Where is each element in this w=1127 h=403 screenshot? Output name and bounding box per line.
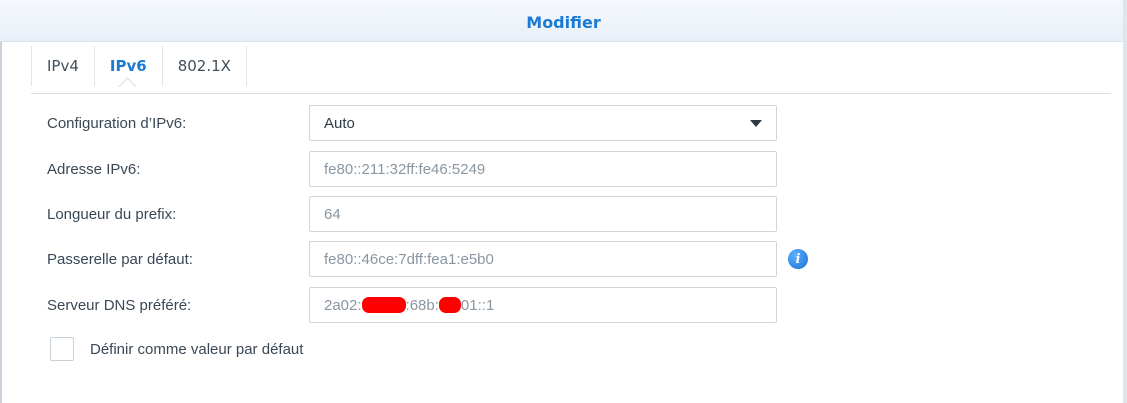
prefix-length-field[interactable]: 64: [309, 196, 777, 232]
tab-ipv4[interactable]: IPv4: [31, 46, 94, 86]
set-default-row: Définir comme valeur par défaut: [50, 336, 303, 362]
ipv6-config-label: Configuration d’IPv6:: [47, 114, 187, 132]
dns-value-part3: 01::1: [460, 296, 495, 314]
default-gateway-label: Passerelle par défaut:: [47, 250, 193, 268]
dialog-titlebar[interactable]: Modifier: [0, 0, 1127, 42]
row-default-gateway: Passerelle par défaut: fe80::46ce:7dff:f…: [47, 241, 808, 277]
row-ipv6-address: Adresse IPv6: fe80::211:32ff:fe46:5249: [47, 151, 777, 187]
info-icon[interactable]: i: [788, 249, 808, 269]
dialog-right-border: [1123, 0, 1127, 403]
dialog-title: Modifier: [526, 13, 601, 32]
row-prefix-length: Longueur du prefix: 64: [47, 196, 777, 232]
tab-bar: IPv4 IPv6 802.1X: [31, 46, 247, 86]
dns-value-part1: 2a02:: [324, 296, 362, 314]
redaction-mark: [361, 297, 406, 313]
prefix-length-label: Longueur du prefix:: [47, 205, 177, 223]
ipv6-address-label: Adresse IPv6:: [47, 160, 141, 178]
preferred-dns-field[interactable]: 2a02: :68b: 01::1: [309, 287, 777, 323]
preferred-dns-label: Serveur DNS préféré:: [47, 296, 192, 314]
tab-divider: [31, 93, 1111, 94]
tab-8021x[interactable]: 802.1X: [161, 46, 247, 86]
redaction-mark: [438, 297, 461, 313]
ipv6-config-value: Auto: [324, 114, 355, 132]
modify-dialog: Modifier IPv4 IPv6 802.1X Configuration …: [0, 0, 1127, 403]
ipv6-address-field[interactable]: fe80::211:32ff:fe46:5249: [309, 151, 777, 187]
caret-down-icon: [750, 119, 762, 127]
dialog-left-border: [0, 42, 2, 403]
ipv6-config-select[interactable]: Auto: [309, 105, 777, 141]
row-preferred-dns: Serveur DNS préféré: 2a02: :68b: 01::1: [47, 287, 777, 323]
set-default-checkbox[interactable]: [50, 337, 74, 361]
set-default-label[interactable]: Définir comme valeur par défaut: [90, 341, 303, 358]
dns-value-part2: :68b:: [405, 296, 439, 314]
tab-ipv6[interactable]: IPv6: [93, 46, 162, 86]
row-ipv6-config: Configuration d’IPv6: Auto: [47, 105, 777, 141]
default-gateway-field[interactable]: fe80::46ce:7dff:fea1:e5b0: [309, 241, 777, 277]
